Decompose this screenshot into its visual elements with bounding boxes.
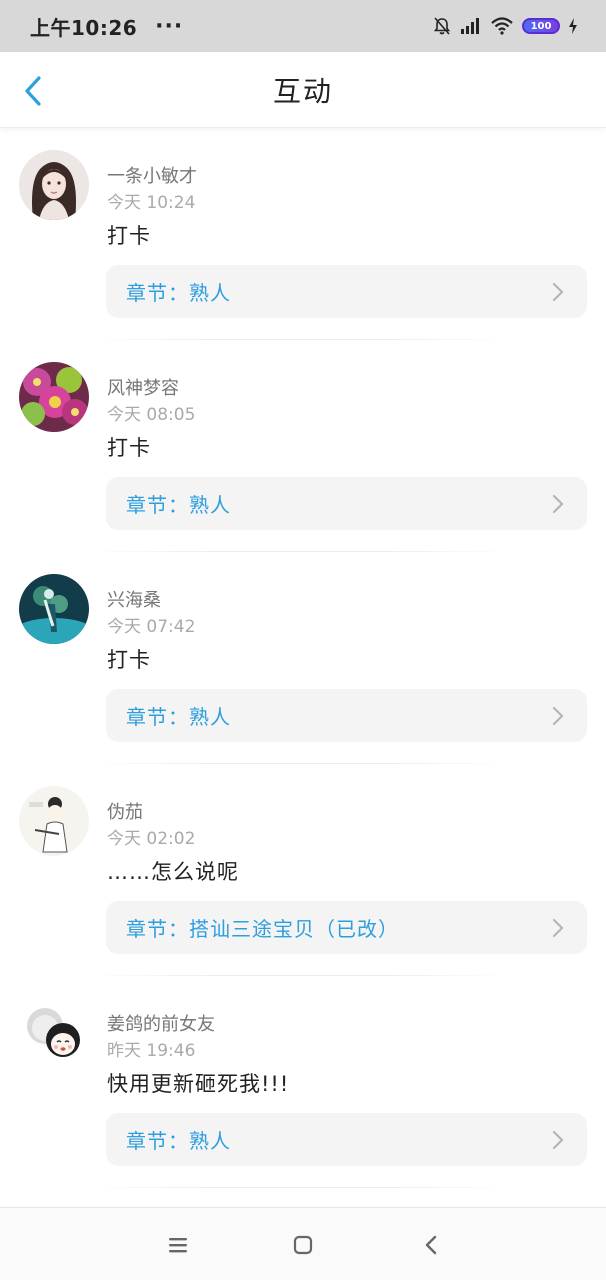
list-item: 一条小敏才 今天 10:24 打卡 章节：熟人: [0, 128, 606, 340]
chevron-right-icon: [552, 706, 564, 726]
timestamp: 今天 10:24: [107, 193, 196, 213]
timestamp: 今天 02:02: [107, 829, 196, 849]
battery-icon: 100: [522, 18, 560, 34]
username[interactable]: 风神梦容: [107, 374, 179, 400]
chevron-right-icon: [552, 282, 564, 302]
comment-text: 快用更新砸死我!!!: [107, 1072, 290, 1096]
page-title: 互动: [272, 74, 333, 108]
signal-icon: [460, 17, 482, 35]
chevron-left-icon: [25, 76, 41, 106]
system-nav-bar: [0, 1207, 606, 1280]
chapter-label: 章节：熟人: [126, 281, 231, 305]
list-item: 姜鸽的前女友 昨天 19:46 快用更新砸死我!!! 章节：熟人: [0, 976, 606, 1188]
chevron-right-icon: [552, 1130, 564, 1150]
bell-off-icon: [432, 16, 452, 36]
chapter-link[interactable]: 章节：熟人: [106, 265, 587, 318]
chapter-label: 章节：搭讪三途宝贝（已改）: [126, 917, 399, 941]
back-button[interactable]: [18, 76, 48, 106]
chapter-label: 章节：熟人: [126, 705, 231, 729]
charging-icon: [568, 17, 578, 35]
username[interactable]: 伪茄: [107, 798, 143, 824]
status-bar: 上午10:26 ··· 100: [0, 0, 606, 52]
chapter-link[interactable]: 章节：熟人: [106, 1113, 587, 1166]
avatar[interactable]: [19, 574, 89, 644]
list-item: 兴海桑 今天 07:42 打卡 章节：熟人: [0, 552, 606, 764]
chevron-right-icon: [552, 918, 564, 938]
avatar[interactable]: [19, 362, 89, 432]
status-time: 上午10:26: [30, 15, 138, 40]
comment-text: 打卡: [107, 436, 151, 460]
chapter-link[interactable]: 章节：搭讪三途宝贝（已改）: [106, 901, 587, 954]
chapter-label: 章节：熟人: [126, 493, 231, 517]
interaction-list: 一条小敏才 今天 10:24 打卡 章节：熟人 风神梦容 今天 08:05 打卡…: [0, 128, 606, 1188]
list-item: 伪茄 今天 02:02 ……怎么说呢 章节：搭讪三途宝贝（已改）: [0, 764, 606, 976]
avatar[interactable]: [19, 998, 89, 1068]
username[interactable]: 一条小敏才: [107, 162, 197, 188]
status-right: 100: [432, 16, 578, 36]
comment-text: 打卡: [107, 224, 151, 248]
comment-text: 打卡: [107, 648, 151, 672]
more-notifications-icon: ···: [155, 13, 184, 39]
wifi-icon: [490, 17, 514, 35]
timestamp: 今天 08:05: [107, 405, 196, 425]
chapter-label: 章节：熟人: [126, 1129, 231, 1153]
menu-icon[interactable]: [166, 1234, 190, 1256]
comment-text: ……怎么说呢: [107, 860, 239, 884]
username[interactable]: 姜鸽的前女友: [107, 1010, 215, 1036]
chapter-link[interactable]: 章节：熟人: [106, 689, 587, 742]
username[interactable]: 兴海桑: [107, 586, 161, 612]
home-icon[interactable]: [291, 1234, 315, 1256]
status-left: 上午10:26 ···: [30, 12, 183, 41]
chevron-right-icon: [552, 494, 564, 514]
avatar[interactable]: [19, 150, 89, 220]
avatar[interactable]: [19, 786, 89, 856]
list-item: 风神梦容 今天 08:05 打卡 章节：熟人: [0, 340, 606, 552]
timestamp: 今天 07:42: [107, 617, 196, 637]
chapter-link[interactable]: 章节：熟人: [106, 477, 587, 530]
divider: [90, 1187, 510, 1188]
nav-bar: 互动: [0, 52, 606, 128]
timestamp: 昨天 19:46: [107, 1041, 196, 1061]
back-icon[interactable]: [420, 1234, 444, 1256]
